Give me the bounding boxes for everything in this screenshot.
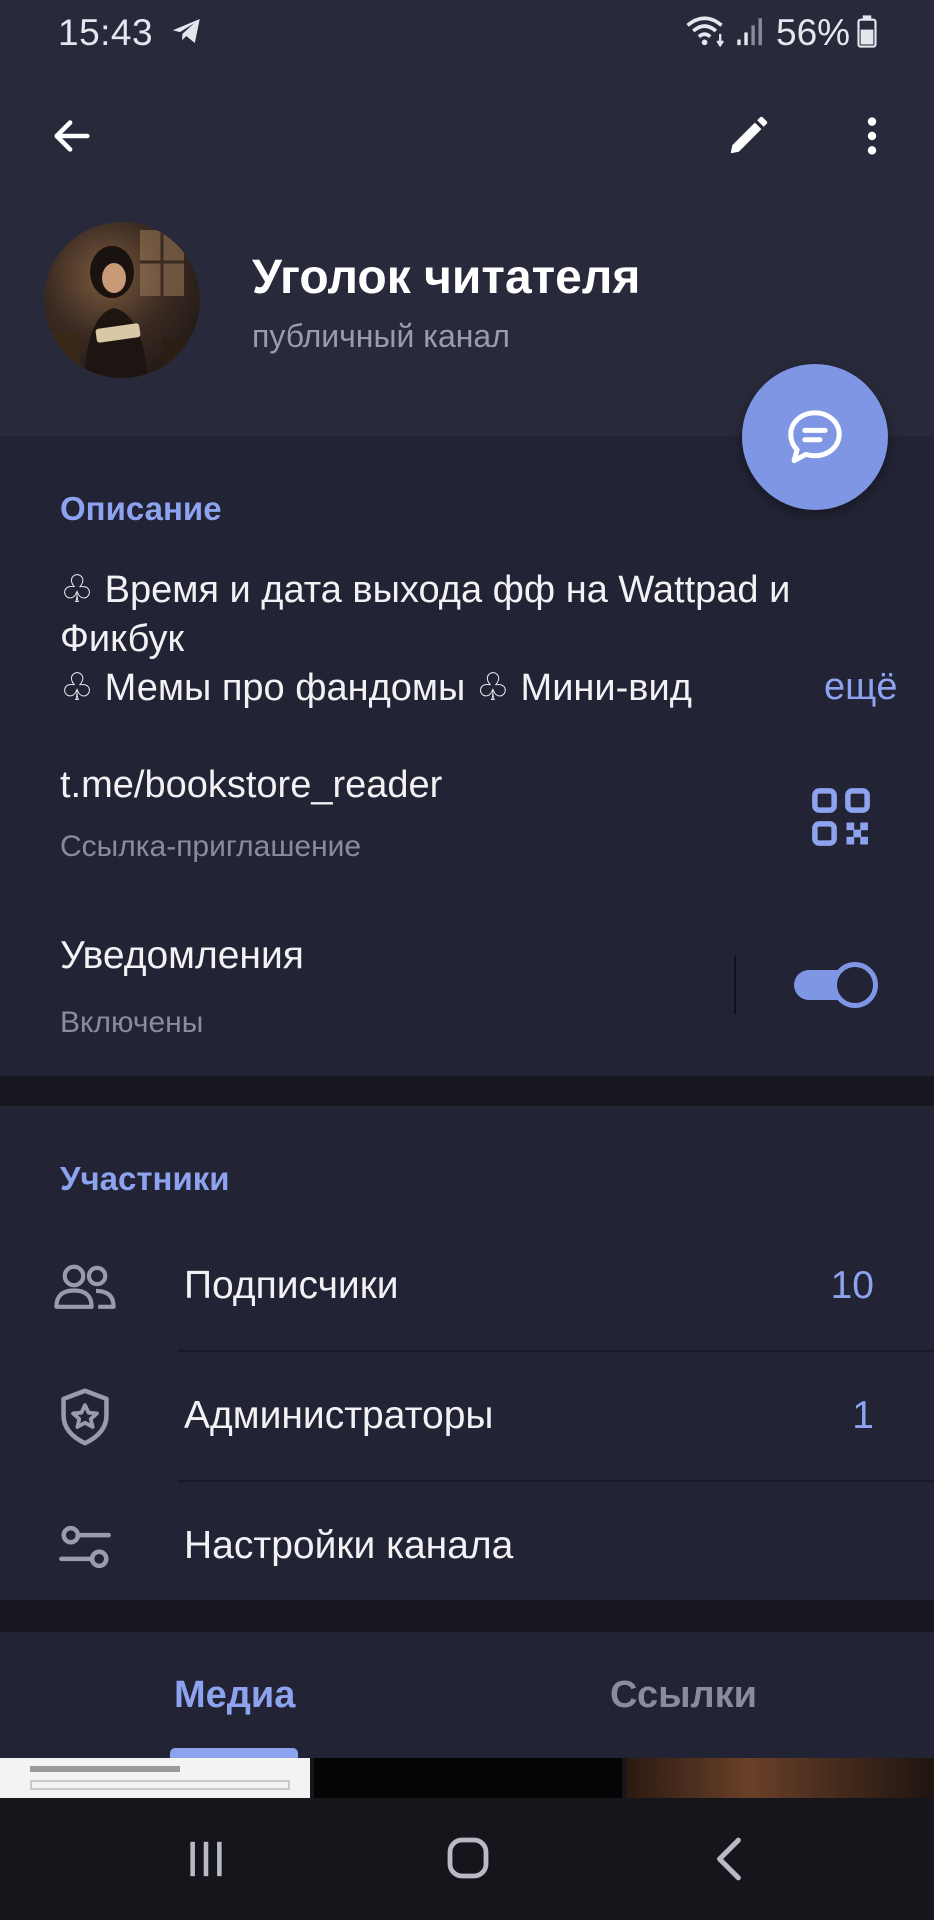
- description-title: Описание: [60, 490, 222, 527]
- edit-button[interactable]: [712, 100, 784, 172]
- wifi-icon: [686, 16, 724, 48]
- thumbnail-content: [30, 1780, 290, 1790]
- divider: [734, 956, 736, 1014]
- channel-description[interactable]: ♧ Время и дата выхода фф на Wattpad и Фи…: [60, 566, 880, 713]
- section-gap: [0, 1600, 934, 1632]
- qr-code-button[interactable]: [808, 784, 874, 850]
- invite-link-caption: Ссылка-приглашение: [60, 830, 362, 863]
- tab-media[interactable]: Медиа: [174, 1674, 295, 1717]
- notifications-title: Уведомления: [60, 934, 304, 977]
- recent-apps-icon[interactable]: [186, 1838, 226, 1880]
- members-title: Участники: [60, 1160, 230, 1197]
- administrators-label: Администраторы: [184, 1394, 494, 1437]
- thumbnail-content: [30, 1766, 180, 1772]
- tab-links[interactable]: Ссылки: [610, 1674, 757, 1717]
- signal-icon: [737, 18, 762, 46]
- members-section: Участники Подписчики 10 Администраторы 1…: [0, 1106, 934, 1600]
- more-options-button[interactable]: [836, 100, 908, 172]
- media-grid: [0, 1758, 934, 1798]
- channel-settings-label: Настройки канала: [184, 1524, 514, 1567]
- back-button[interactable]: [36, 100, 108, 172]
- media-thumbnail[interactable]: [314, 1758, 622, 1798]
- more-vertical-icon: [867, 117, 877, 155]
- channel-name: Уголок читателя: [252, 251, 641, 304]
- pencil-icon: [730, 116, 768, 154]
- media-thumbnail[interactable]: [0, 1758, 310, 1798]
- description-line: ♧ Время и дата выхода фф на Wattpad и Фи…: [60, 569, 791, 660]
- system-navigation-bar: [0, 1798, 934, 1920]
- administrators-row[interactable]: Администраторы 1: [0, 1352, 934, 1482]
- channel-avatar[interactable]: [44, 222, 200, 378]
- shield-star-icon: [50, 1384, 120, 1450]
- status-bar: 15:43 56%: [0, 0, 934, 64]
- description-more-link[interactable]: ещё: [794, 666, 898, 709]
- channel-info-screen: 15:43 56% Уголок читателя публичный кана…: [0, 0, 934, 1920]
- battery-percentage: 56%: [776, 12, 851, 53]
- description-line: ♧ Мемы про фандомы ♧ Мини-вид: [60, 667, 692, 709]
- nav-back-icon[interactable]: [712, 1836, 748, 1882]
- status-time: 15:43: [58, 12, 154, 53]
- notifications-toggle[interactable]: [790, 958, 880, 1010]
- shared-media-tabs: Медиа Ссылки: [0, 1632, 934, 1758]
- section-gap: [0, 1076, 934, 1106]
- battery-icon: [857, 15, 877, 48]
- people-icon: [50, 1254, 120, 1320]
- subscribers-row[interactable]: Подписчики 10: [0, 1222, 934, 1352]
- subscribers-label: Подписчики: [184, 1264, 399, 1307]
- avatar-image: [50, 230, 192, 378]
- channel-settings-row[interactable]: Настройки канала: [0, 1482, 934, 1612]
- channel-type: публичный канал: [252, 318, 510, 354]
- media-thumbnail[interactable]: [626, 1758, 934, 1798]
- invite-link[interactable]: t.me/bookstore_reader: [60, 764, 442, 807]
- home-icon[interactable]: [446, 1836, 490, 1880]
- qr-code-icon: [812, 788, 870, 846]
- back-arrow-icon: [54, 120, 90, 152]
- notifications-status: Включены: [60, 1006, 204, 1039]
- toggle-knob: [832, 962, 878, 1008]
- active-tab-indicator: [170, 1748, 298, 1758]
- sliders-icon: [50, 1514, 120, 1580]
- administrators-count: 1: [852, 1394, 874, 1437]
- telegram-icon: [172, 18, 200, 44]
- discussion-chat-button[interactable]: [742, 364, 888, 510]
- message-bubble-icon: [788, 410, 842, 464]
- subscribers-count: 10: [830, 1264, 874, 1307]
